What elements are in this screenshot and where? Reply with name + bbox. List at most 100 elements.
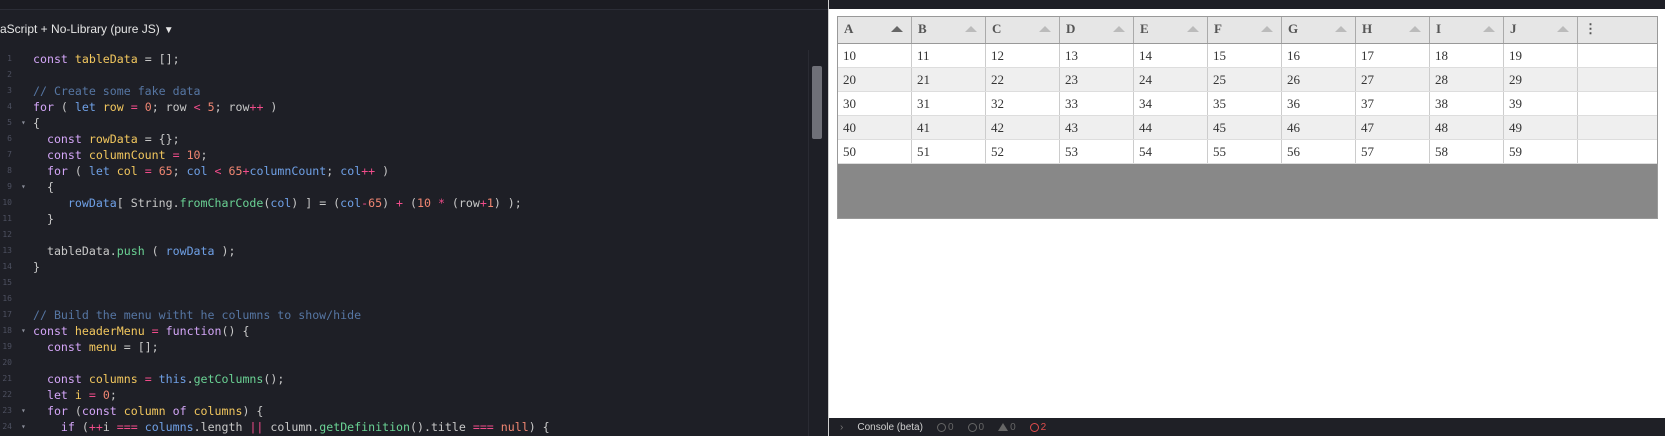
table-cell[interactable]: 40 [838,116,912,139]
table-cell[interactable]: 38 [1430,92,1504,115]
table-cell[interactable]: 53 [1060,140,1134,163]
code-line[interactable]: 22 let i = 0; [0,387,808,403]
table-cell[interactable]: 32 [986,92,1060,115]
column-header-e[interactable]: E [1134,17,1208,43]
table-cell[interactable]: 58 [1430,140,1504,163]
table-cell[interactable]: 33 [1060,92,1134,115]
table-cell[interactable]: 10 [838,44,912,67]
sort-arrow-icon[interactable] [1557,26,1569,32]
fold-toggle-icon[interactable]: ▾ [21,179,26,195]
code-line[interactable]: 13 tableData.push ( rowData ); [0,243,808,259]
sort-arrow-icon[interactable] [1335,26,1347,32]
column-header-a[interactable]: A [838,17,912,43]
code-editor-panel[interactable]: aScript + No-Library (pure JS) ▼ 1 const t… [0,0,828,436]
table-cell[interactable]: 43 [1060,116,1134,139]
table-cell[interactable]: 15 [1208,44,1282,67]
table-cell[interactable]: 56 [1282,140,1356,163]
table-cell[interactable]: 49 [1504,116,1578,139]
table-row[interactable]: 40 41 42 43 44 45 46 47 48 49 [838,116,1657,140]
table-cell[interactable]: 50 [838,140,912,163]
language-selector[interactable]: aScript + No-Library (pure JS) ▼ [0,22,174,40]
sort-arrow-icon[interactable] [1187,26,1199,32]
sort-arrow-icon[interactable] [1113,26,1125,32]
code-area[interactable]: 1 const tableData = []; 2 3// Create some f… [0,51,808,435]
chevron-right-icon[interactable]: › [840,422,843,433]
code-line[interactable]: 9 ▾ { [0,179,808,195]
console-title[interactable]: Console (beta) [857,422,923,433]
code-line[interactable]: 6 const rowData = {}; [0,131,808,147]
table-cell[interactable]: 55 [1208,140,1282,163]
column-header-f[interactable]: F [1208,17,1282,43]
table-cell[interactable]: 52 [986,140,1060,163]
column-header-i[interactable]: I [1430,17,1504,43]
code-line[interactable]: 19 const menu = []; [0,339,808,355]
table-cell[interactable]: 12 [986,44,1060,67]
table-cell[interactable]: 30 [838,92,912,115]
table-cell[interactable]: 19 [1504,44,1578,67]
table-cell[interactable]: 59 [1504,140,1578,163]
code-line[interactable]: 23 ▾ for (const column of columns) { [0,403,808,419]
code-line[interactable]: 5 ▾ { [0,115,808,131]
column-header-h[interactable]: H [1356,17,1430,43]
table-cell[interactable]: 20 [838,68,912,91]
table-cell[interactable]: 22 [986,68,1060,91]
fold-toggle-icon[interactable]: ▾ [21,115,26,131]
table-cell[interactable]: 31 [912,92,986,115]
table-row[interactable]: 30 31 32 33 34 35 36 37 38 39 [838,92,1657,116]
table-row[interactable]: 50 51 52 53 54 55 56 57 58 59 [838,140,1657,164]
console-count-info[interactable]: 0 [936,422,954,433]
table-cell[interactable]: 29 [1504,68,1578,91]
table-cell[interactable]: 27 [1356,68,1430,91]
table-cell[interactable]: 16 [1282,44,1356,67]
console-count-error[interactable]: 2 [1029,422,1046,433]
table-cell[interactable]: 34 [1134,92,1208,115]
code-line[interactable]: 10 rowData[ String.fromCharCode (col) ] =… [0,195,808,211]
fold-toggle-icon[interactable]: ▾ [21,403,26,419]
editor-scrollbar[interactable] [808,50,824,436]
code-line[interactable]: 7 const columnCount = 10; [0,147,808,163]
scrollbar-thumb[interactable] [812,66,822,139]
table-cell[interactable]: 42 [986,116,1060,139]
column-header-d[interactable]: D [1060,17,1134,43]
code-line[interactable]: 3 // Create some fake data [0,83,808,99]
code-line[interactable]: 12 [0,227,808,243]
code-line[interactable]: 8 for ( let col = 65; col < 65+columnCou… [0,163,808,179]
column-header-j[interactable]: J [1504,17,1578,43]
console-count-info[interactable]: 0 [967,422,984,433]
code-line[interactable]: 24 ▾ if (++i === columns.length || column… [0,419,808,435]
code-line[interactable]: 2 [0,67,808,83]
table-cell[interactable]: 44 [1134,116,1208,139]
column-header-g[interactable]: G [1282,17,1356,43]
table-cell[interactable]: 17 [1356,44,1430,67]
table-cell[interactable]: 51 [912,140,986,163]
table-cell[interactable]: 47 [1356,116,1430,139]
table-cell[interactable]: 11 [912,44,986,67]
table-cell[interactable]: 54 [1134,140,1208,163]
table-cell[interactable]: 48 [1430,116,1504,139]
code-line[interactable]: 4 for ( let row = 0; row < 5; row++ ) [0,99,808,115]
table-cell[interactable]: 25 [1208,68,1282,91]
sort-arrow-icon[interactable] [1409,26,1421,32]
code-line[interactable]: 15 [0,275,808,291]
table-cell[interactable]: 35 [1208,92,1282,115]
code-line[interactable]: 17 // Build the menu witht he columns to … [0,307,808,323]
sort-arrow-icon[interactable] [1261,26,1273,32]
column-header-c[interactable]: C [986,17,1060,43]
table-cell[interactable]: 14 [1134,44,1208,67]
table-cell[interactable]: 23 [1060,68,1134,91]
table-cell[interactable]: 37 [1356,92,1430,115]
table-cell[interactable]: 41 [912,116,986,139]
table-cell[interactable]: 57 [1356,140,1430,163]
code-line[interactable]: 21 const columns = this.getColumns(); [0,371,808,387]
console-bar[interactable]: › Console (beta) 0 0 0 2 [829,418,1665,436]
sort-arrow-icon[interactable] [891,26,903,32]
code-line[interactable]: 14} [0,259,808,275]
column-menu-icon[interactable]: ⋮ [1578,17,1657,43]
table-cell[interactable]: 39 [1504,92,1578,115]
sort-arrow-icon[interactable] [965,26,977,32]
console-count-warning[interactable]: 0 [998,422,1016,433]
table-cell[interactable]: 46 [1282,116,1356,139]
table-row[interactable]: 10 11 12 13 14 15 16 17 18 19 [838,44,1657,68]
sort-arrow-icon[interactable] [1039,26,1051,32]
table-row[interactable]: 20 21 22 23 24 25 26 27 28 29 [838,68,1657,92]
